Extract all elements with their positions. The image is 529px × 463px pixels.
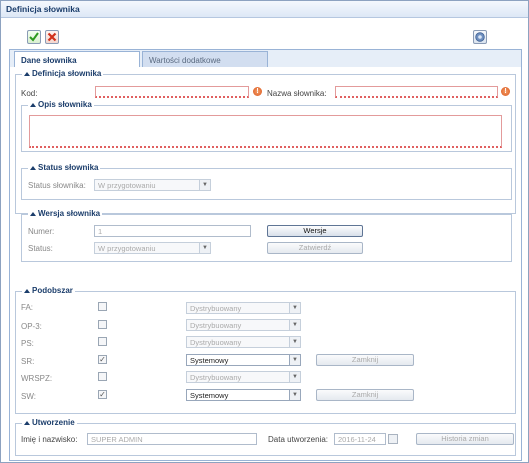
error-icon: ! — [253, 87, 262, 96]
status-select[interactable]: W przygotowaniu ▼ — [94, 179, 211, 191]
chevron-down-icon: ▼ — [289, 372, 300, 382]
podobszar-select[interactable]: Dystrybuowany ▼ — [186, 302, 301, 314]
window-title: Definicja słownika — [6, 4, 80, 14]
podobszar-row-label: FA: — [21, 303, 34, 312]
kod-input[interactable] — [95, 86, 249, 98]
check-icon — [29, 32, 39, 42]
tab-container: Dane słownika Wartości dodatkowe Definic… — [9, 49, 522, 461]
wersja-status-select[interactable]: W przygotowaniu ▼ — [94, 242, 211, 254]
podobszar-checkbox[interactable] — [98, 337, 107, 346]
collapse-icon[interactable] — [30, 211, 36, 216]
cancel-button[interactable] — [45, 30, 59, 44]
podobszar-legend: Podobszar — [32, 286, 73, 295]
opis-legend: Opis słownika — [38, 100, 92, 109]
opis-textarea[interactable] — [29, 115, 502, 148]
dictionary-definition-window: Definicja słownika Dane słownika Wartośc… — [0, 0, 529, 463]
wersja-group: Wersja słownika — [21, 209, 512, 262]
error-icon: ! — [501, 87, 510, 96]
help-button[interactable] — [473, 30, 487, 44]
podobszar-row-label: SR: — [21, 357, 35, 366]
podobszar-select[interactable]: Dystrybuowany ▼ — [186, 371, 301, 383]
wersje-button[interactable]: Wersje — [267, 225, 363, 237]
imie-label: Imię i nazwisko: — [21, 435, 78, 444]
chevron-down-icon: ▼ — [289, 390, 300, 400]
podobszar-select[interactable]: Systemowy ▼ — [186, 389, 301, 401]
podobszar-row-label: PS: — [21, 339, 34, 348]
podobszar-row-label: OP-3: — [21, 322, 42, 331]
tab-strip: Dane słownika Wartości dodatkowe — [10, 50, 521, 68]
podobszar-select[interactable]: Dystrybuowany ▼ — [186, 319, 301, 331]
chevron-down-icon: ▼ — [199, 243, 210, 253]
help-icon — [475, 32, 485, 42]
nazwa-input[interactable] — [335, 86, 498, 98]
tab-panel: Definicja słownika Kod: ! Nazwa słownika… — [10, 67, 521, 460]
podobszar-select[interactable]: Dystrybuowany ▼ — [186, 336, 301, 348]
historia-zmian-button[interactable]: Historia zmian — [416, 433, 514, 445]
podobszar-row-label: WRSPZ: — [21, 374, 53, 383]
chevron-down-icon: ▼ — [289, 320, 300, 330]
collapse-icon[interactable] — [24, 71, 30, 76]
zatwierdz-button[interactable]: Zatwierdź — [267, 242, 363, 254]
collapse-icon[interactable] — [24, 288, 30, 293]
zamknij-button[interactable]: Zamknij — [316, 354, 414, 366]
kod-label: Kod: — [21, 89, 38, 98]
podobszar-checkbox[interactable]: ✓ — [98, 355, 107, 364]
wersja-legend: Wersja słownika — [38, 209, 101, 218]
collapse-icon[interactable] — [24, 420, 30, 425]
definicja-legend: Definicja słownika — [32, 69, 102, 78]
chevron-down-icon: ▼ — [289, 355, 300, 365]
tab-wartosci-dodatkowe[interactable]: Wartości dodatkowe — [142, 51, 268, 67]
calendar-icon[interactable] — [388, 434, 398, 444]
podobszar-checkbox[interactable]: ✓ — [98, 390, 107, 399]
numer-input[interactable]: 1 — [94, 225, 251, 237]
status-label: Status słownika: — [28, 181, 86, 190]
zamknij-button[interactable]: Zamknij — [316, 389, 414, 401]
nazwa-label: Nazwa słownika: — [267, 89, 327, 98]
numer-label: Numer: — [28, 227, 55, 236]
collapse-icon[interactable] — [30, 165, 36, 170]
podobszar-checkbox[interactable] — [98, 302, 107, 311]
window-titlebar: Definicja słownika — [1, 1, 528, 18]
data-input[interactable]: 2016-11-24 — [334, 433, 386, 445]
cross-icon — [47, 32, 57, 42]
collapse-icon[interactable] — [30, 102, 36, 107]
tab-dane-slownika[interactable]: Dane słownika — [14, 51, 140, 68]
imie-input[interactable]: SUPER ADMIN — [87, 433, 257, 445]
chevron-down-icon: ▼ — [199, 180, 210, 190]
save-button[interactable] — [27, 30, 41, 44]
status-legend: Status słownika — [38, 163, 99, 172]
chevron-down-icon: ▼ — [289, 337, 300, 347]
podobszar-checkbox[interactable] — [98, 320, 107, 329]
podobszar-row-label: SW: — [21, 392, 36, 401]
utworzenie-legend: Utworzenie — [32, 418, 75, 427]
data-label: Data utworzenia: — [268, 435, 329, 444]
chevron-down-icon: ▼ — [289, 303, 300, 313]
podobszar-select[interactable]: Systemowy ▼ — [186, 354, 301, 366]
podobszar-checkbox[interactable] — [98, 372, 107, 381]
wersja-status-label: Status: — [28, 244, 53, 253]
toolbar — [1, 18, 528, 45]
